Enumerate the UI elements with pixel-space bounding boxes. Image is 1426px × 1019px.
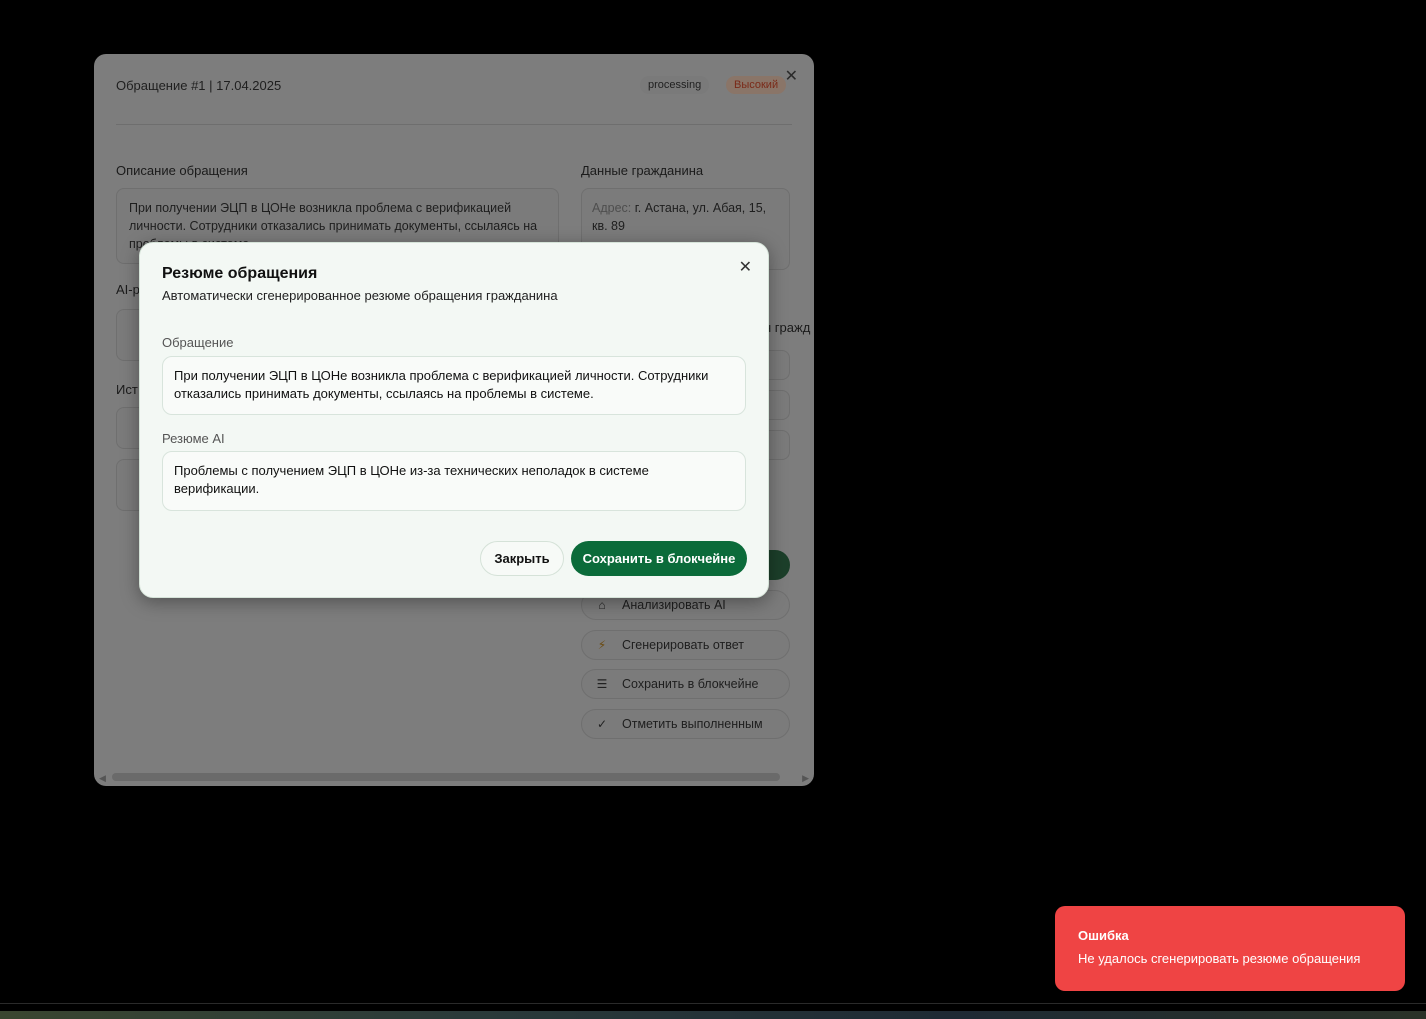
close-icon[interactable]: ✕ bbox=[785, 66, 798, 86]
toast-message: Не удалось сгенерировать резюме обращени… bbox=[1078, 951, 1361, 966]
action-label: Сохранить в блокчейне bbox=[622, 677, 759, 691]
database-icon: ☰ bbox=[596, 677, 608, 691]
appeal-title: Обращение #1 | 17.04.2025 bbox=[116, 78, 282, 93]
save-blockchain-button[interactable]: Сохранить в блокчейне bbox=[571, 541, 747, 576]
taskbar bbox=[0, 1011, 1426, 1019]
check-icon: ✓ bbox=[596, 717, 608, 731]
close-icon[interactable]: ✕ bbox=[739, 257, 752, 277]
action-label: Анализировать AI bbox=[622, 598, 726, 612]
appeal-text-box: При получении ЭЦП в ЦОНе возникла пробле… bbox=[162, 356, 746, 415]
appeal-label: Обращение bbox=[162, 335, 234, 350]
error-toast[interactable]: Ошибка Не удалось сгенерировать резюме о… bbox=[1055, 906, 1405, 991]
ai-summary-box: Проблемы с получением ЭЦП в ЦОНе из-за т… bbox=[162, 451, 746, 511]
divider bbox=[0, 1003, 1426, 1004]
horizontal-scrollbar[interactable] bbox=[112, 773, 780, 781]
scroll-right-icon[interactable]: ▶ bbox=[802, 773, 809, 784]
ai-section-label: AI-р bbox=[116, 282, 140, 297]
scroll-left-icon[interactable]: ◀ bbox=[99, 773, 106, 784]
status-badge: processing bbox=[640, 76, 710, 94]
lightning-icon: ⚡ bbox=[597, 638, 607, 652]
action-label: Сгенерировать ответ bbox=[622, 638, 745, 652]
modal-title: Резюме обращения bbox=[162, 265, 318, 282]
close-button[interactable]: Закрыть bbox=[480, 541, 564, 576]
summary-modal: Резюме обращения Автоматически сгенериро… bbox=[139, 242, 769, 598]
robot-icon: ⌂ bbox=[598, 598, 606, 612]
toast-title: Ошибка bbox=[1078, 928, 1129, 943]
address-label: Адрес: bbox=[592, 201, 632, 215]
ai-summary-label: Резюме AI bbox=[162, 431, 225, 446]
history-label: Ист bbox=[116, 382, 138, 397]
modal-subtitle: Автоматически сгенерированное резюме обр… bbox=[162, 288, 558, 303]
mark-done-button[interactable]: ✓ Отметить выполненным bbox=[581, 709, 790, 739]
generate-response-button[interactable]: ⚡ Сгенерировать ответ bbox=[581, 630, 790, 660]
citizen-data-label: Данные гражданина bbox=[581, 163, 704, 178]
priority-badge: Высокий bbox=[726, 76, 787, 94]
save-blockchain-button[interactable]: ☰ Сохранить в блокчейне bbox=[581, 669, 790, 699]
citizen-section-partial: н гражд bbox=[764, 320, 811, 335]
action-label: Отметить выполненным bbox=[622, 717, 763, 731]
divider bbox=[116, 124, 792, 125]
description-label: Описание обращения bbox=[116, 163, 248, 178]
